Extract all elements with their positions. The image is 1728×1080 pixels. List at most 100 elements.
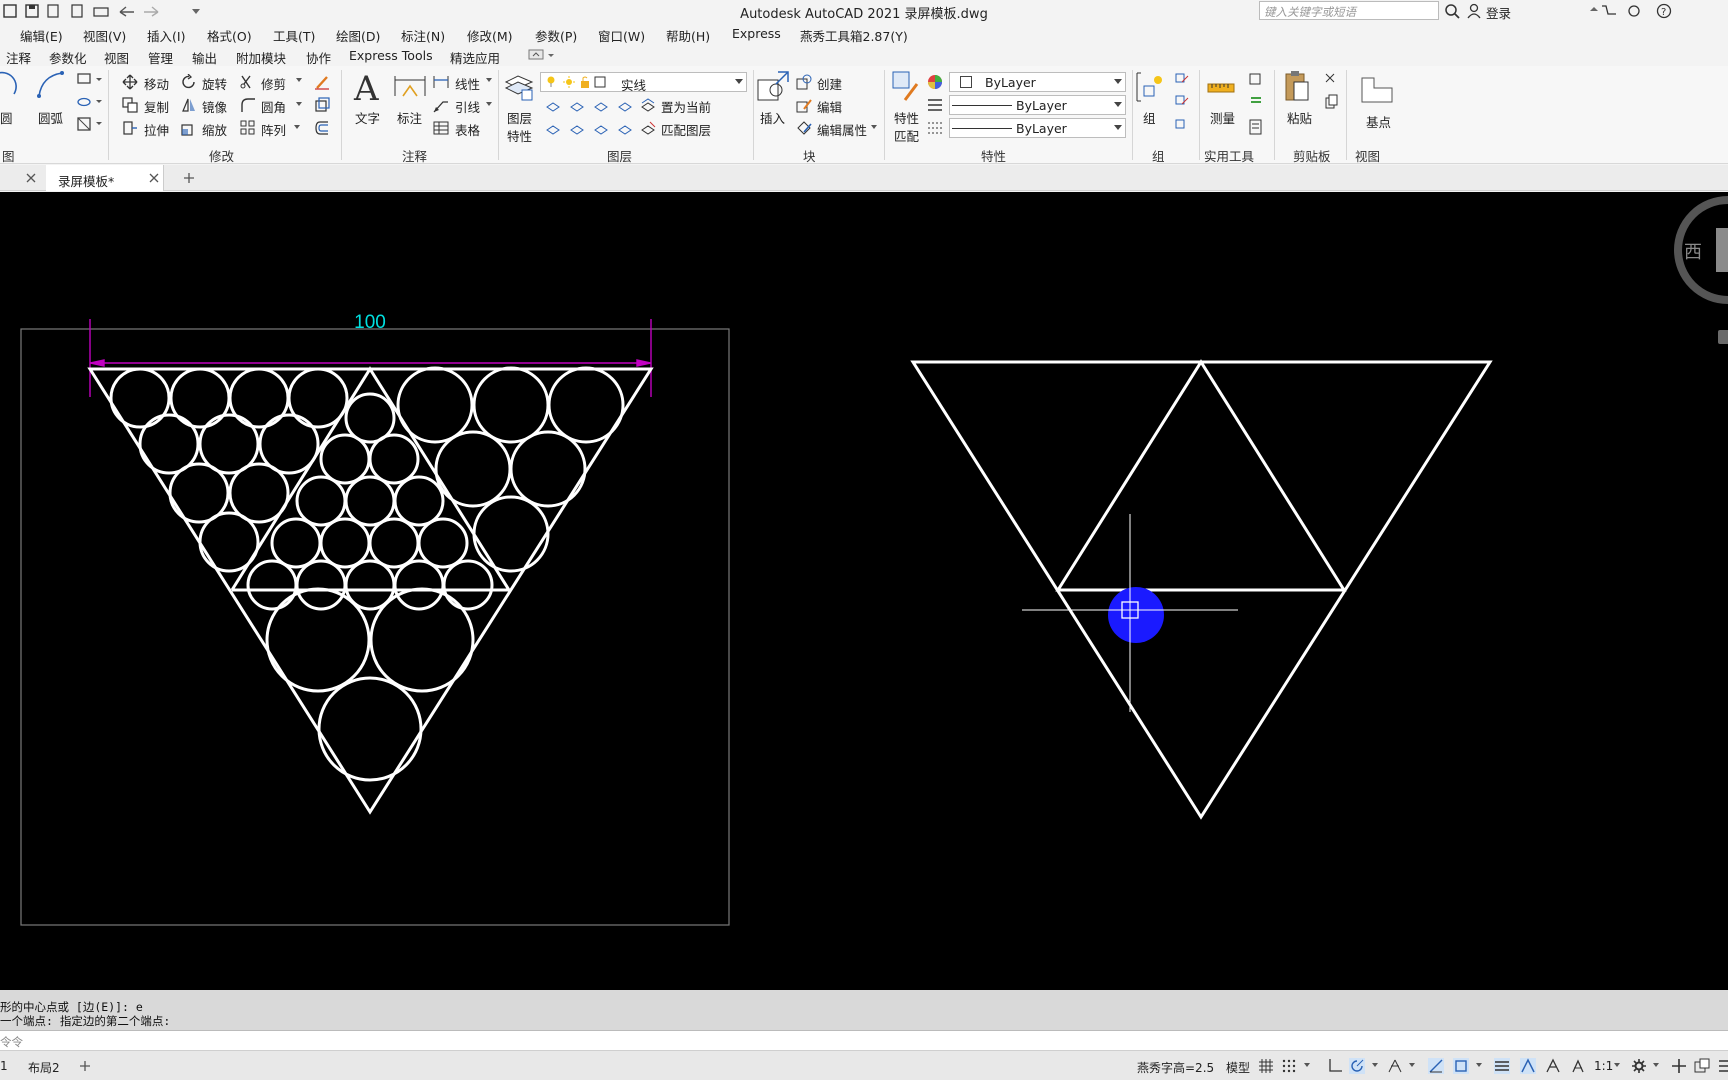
annotation-visibility-icon[interactable] bbox=[1570, 1058, 1586, 1074]
search-icon[interactable] bbox=[1444, 3, 1460, 19]
match-layer-button[interactable]: 匹配图层 bbox=[661, 120, 711, 139]
edit-attributes-button[interactable]: 编辑属性 bbox=[817, 120, 867, 139]
utility-small-tools[interactable] bbox=[1248, 72, 1264, 138]
linear-dropdown-icon[interactable] bbox=[486, 78, 494, 84]
mirror-button[interactable]: 镜像 bbox=[202, 97, 227, 116]
yanxiu-text-height[interactable]: 燕秀字高=2.5 bbox=[1137, 1059, 1214, 1076]
color-wheel-icon[interactable] bbox=[927, 74, 943, 90]
model-space-button[interactable]: 模型 bbox=[1226, 1059, 1250, 1076]
close-icon[interactable] bbox=[26, 173, 36, 183]
object-snap-tracking-icon[interactable] bbox=[1428, 1058, 1444, 1074]
layer-properties-label-2[interactable]: 特性 bbox=[507, 126, 532, 145]
clipboard-group-label[interactable]: 剪贴板 bbox=[1293, 146, 1331, 165]
help-toolbar[interactable]: ? bbox=[1588, 3, 1728, 19]
isodraft-icon[interactable] bbox=[1387, 1058, 1403, 1074]
group-small-tools[interactable] bbox=[1174, 72, 1190, 138]
explode-icon[interactable] bbox=[314, 97, 330, 113]
circle-icon[interactable] bbox=[0, 70, 20, 100]
tab-express-tools[interactable]: Express Tools bbox=[349, 48, 433, 63]
properties-group-label[interactable]: 特性 bbox=[981, 146, 1006, 165]
annotation-scale[interactable]: 1:1 bbox=[1594, 1059, 1613, 1073]
clipboard-small-tools[interactable] bbox=[1324, 72, 1340, 116]
tab-manage[interactable]: 管理 bbox=[148, 48, 173, 67]
tab-output[interactable]: 输出 bbox=[192, 48, 217, 67]
layout-tab-2[interactable]: 布局2 bbox=[28, 1059, 60, 1076]
base-view-button[interactable]: 基点 bbox=[1366, 112, 1391, 131]
tab-view[interactable]: 视图 bbox=[104, 48, 129, 67]
rotate-button[interactable]: 旋转 bbox=[202, 74, 227, 93]
chevron-down-icon[interactable] bbox=[1614, 1063, 1622, 1069]
document-tab[interactable]: 录屏模板* bbox=[46, 165, 164, 191]
linetype-dropdown[interactable]: ByLayer bbox=[949, 95, 1126, 115]
menu-tools[interactable]: 工具(T) bbox=[273, 26, 315, 45]
copy-button[interactable]: 复制 bbox=[144, 97, 169, 116]
block-group-label[interactable]: 块 bbox=[803, 146, 816, 165]
grid-icon[interactable] bbox=[1258, 1058, 1274, 1074]
lineweight-display-icon[interactable] bbox=[1494, 1058, 1510, 1074]
dimension-button[interactable]: 标注 bbox=[397, 108, 422, 127]
login-link[interactable]: 登录 bbox=[1486, 3, 1511, 22]
add-layout-icon[interactable] bbox=[79, 1060, 91, 1072]
linetype-icon[interactable] bbox=[927, 97, 943, 113]
fillet-dropdown-icon[interactable] bbox=[296, 102, 304, 108]
match-properties-label-1[interactable]: 特性 bbox=[894, 108, 919, 127]
arc-icon[interactable] bbox=[36, 70, 66, 100]
fillet-button[interactable]: 圆角 bbox=[261, 97, 286, 116]
arc-label[interactable]: 圆弧 bbox=[38, 108, 63, 127]
annotation-group-label[interactable]: 注释 bbox=[402, 146, 427, 165]
leader-button[interactable]: 引线 bbox=[455, 97, 480, 116]
table-button[interactable]: 表格 bbox=[455, 120, 480, 139]
search-input[interactable]: 键入关键字或短语 bbox=[1259, 1, 1439, 20]
group-button[interactable]: 组 bbox=[1143, 108, 1156, 127]
gear-icon[interactable] bbox=[1631, 1058, 1647, 1074]
array-button[interactable]: 阵列 bbox=[261, 120, 286, 139]
menu-express[interactable]: Express bbox=[732, 26, 781, 41]
viewcube[interactable]: 西 bbox=[1674, 196, 1728, 344]
menu-draw[interactable]: 绘图(D) bbox=[336, 26, 380, 45]
move-button[interactable]: 移动 bbox=[144, 74, 169, 93]
draw-small-tools[interactable] bbox=[76, 72, 106, 142]
tab-addins[interactable]: 附加模块 bbox=[236, 48, 286, 67]
customize-menu-icon[interactable] bbox=[1716, 1058, 1728, 1074]
draw-group-label[interactable]: 图 bbox=[2, 146, 15, 165]
transparency-icon[interactable] bbox=[1520, 1058, 1536, 1074]
leader-dropdown-icon[interactable] bbox=[486, 102, 494, 108]
measure-button[interactable]: 测量 bbox=[1210, 108, 1235, 127]
object-snap-icon[interactable] bbox=[1453, 1058, 1469, 1074]
new-tab-icon[interactable] bbox=[183, 172, 195, 184]
menu-yanxiu[interactable]: 燕秀工具箱2.87(Y) bbox=[800, 26, 908, 45]
lineweight-dropdown[interactable]: ByLayer bbox=[949, 118, 1126, 138]
user-icon[interactable] bbox=[1466, 3, 1482, 19]
tab-annotate[interactable]: 注释 bbox=[6, 48, 31, 67]
layer-dropdown[interactable]: 实线 bbox=[540, 72, 747, 93]
chevron-down-icon[interactable] bbox=[1409, 1063, 1417, 1069]
layers-group-label[interactable]: 图层 bbox=[607, 146, 632, 165]
drawing-canvas[interactable]: 100 西 bbox=[0, 192, 1728, 990]
trim-dropdown-icon[interactable] bbox=[296, 78, 304, 84]
snap-icon[interactable] bbox=[1281, 1058, 1297, 1074]
trim-button[interactable]: 修剪 bbox=[261, 74, 286, 93]
layer-tool-icons-row1[interactable] bbox=[545, 97, 635, 113]
set-current-button[interactable]: 置为当前 bbox=[661, 97, 711, 116]
paste-button[interactable]: 粘贴 bbox=[1287, 108, 1312, 127]
menu-parametric[interactable]: 参数(P) bbox=[535, 26, 577, 45]
menu-format[interactable]: 格式(O) bbox=[207, 26, 252, 45]
menu-modify[interactable]: 修改(M) bbox=[467, 26, 513, 45]
array-dropdown-icon[interactable] bbox=[294, 125, 302, 131]
layer-properties-label-1[interactable]: 图层 bbox=[507, 108, 532, 127]
text-button[interactable]: 文字 bbox=[355, 108, 380, 127]
isolate-objects-icon[interactable] bbox=[1694, 1058, 1710, 1074]
command-input[interactable]: 令令 bbox=[0, 1030, 1728, 1050]
stretch-button[interactable]: 拉伸 bbox=[144, 120, 169, 139]
polar-tracking-icon[interactable] bbox=[1349, 1058, 1365, 1074]
circle-label[interactable]: 圆 bbox=[0, 108, 13, 127]
edit-block-button[interactable]: 编辑 bbox=[817, 97, 842, 116]
lineweight-icon[interactable] bbox=[927, 120, 943, 136]
tab-featured-apps[interactable]: 精选应用 bbox=[450, 48, 500, 67]
chevron-down-icon[interactable] bbox=[1304, 1063, 1312, 1069]
tab-collaborate[interactable]: 协作 bbox=[306, 48, 331, 67]
chevron-down-icon[interactable] bbox=[1372, 1063, 1380, 1069]
ortho-icon[interactable] bbox=[1327, 1058, 1343, 1074]
create-block-button[interactable]: 创建 bbox=[817, 74, 842, 93]
color-dropdown[interactable]: ByLayer bbox=[949, 72, 1126, 92]
